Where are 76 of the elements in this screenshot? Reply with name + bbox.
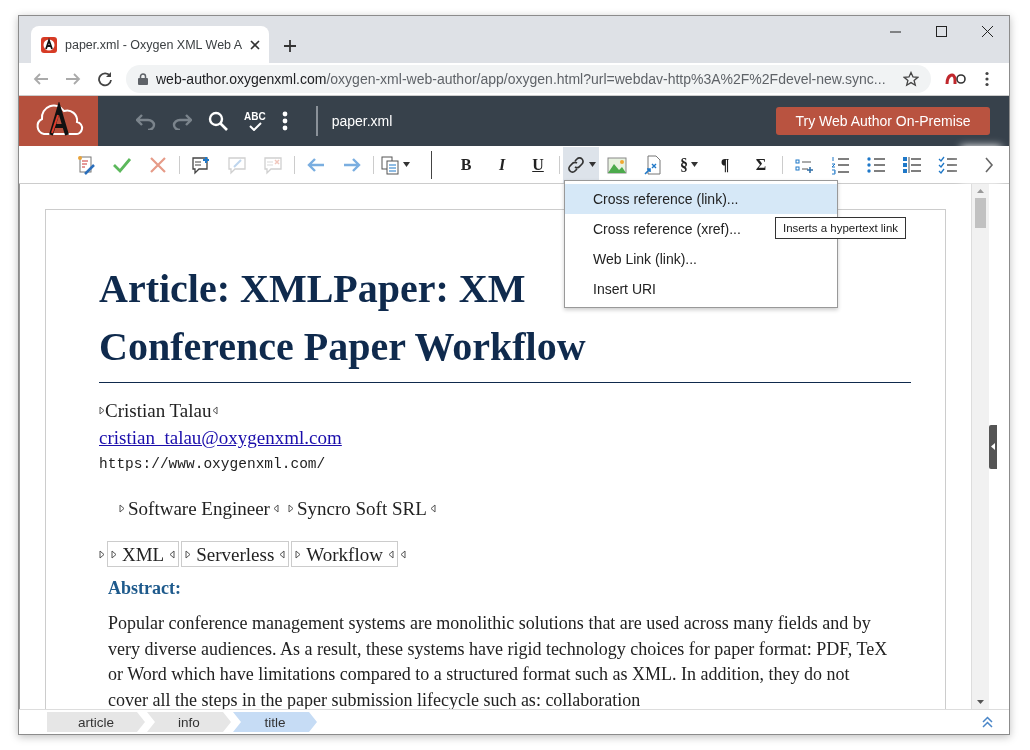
tag-start-icon [185, 549, 192, 559]
definition-list-icon [902, 154, 922, 175]
check-icon [246, 121, 263, 131]
menu-item[interactable]: Cross reference (link)... [565, 184, 837, 214]
cross-icon [148, 154, 168, 175]
keyword-cell: XML [107, 541, 180, 567]
documents-icon [380, 154, 400, 175]
track-changes-icon [76, 154, 96, 175]
spellcheck-button[interactable]: ABC [244, 111, 266, 131]
website-url: https://www.oxygenxml.com/ [99, 455, 326, 474]
checklist-icon [938, 154, 958, 175]
ordered-list-icon [830, 154, 850, 175]
tag-start-icon [99, 406, 105, 415]
tag-start-icon [295, 549, 302, 559]
document-arrow-icon [643, 154, 663, 175]
tag-end-icon [211, 406, 218, 415]
email-link[interactable]: cristian_talau@oxygenxml.com [99, 424, 342, 451]
tag-end-icon [169, 549, 176, 559]
link-icon [566, 154, 586, 175]
keyword-cell: Workflow [291, 541, 398, 567]
double-chevron-up-icon[interactable] [982, 716, 993, 728]
author-name: Cristian Talau [105, 399, 212, 423]
remove-comment-icon [263, 154, 283, 175]
try-on-premise-button[interactable]: Try Web Author On-Premise [776, 107, 990, 135]
abstract-paragraph: Popular conference management systems are monolithic solutions that are used across many fields and by very diverse audiences. As a result, these systems have rigid technology choices for paper format: PDF, TeX or Word which have limitations compared to a structured format such as XML. In addition, they do not cover all the steps in the paper submission lifecycle such as: collaboration [108, 612, 888, 709]
lock-icon [138, 73, 148, 85]
tag-start-icon [119, 504, 125, 513]
app-logo-icon [41, 36, 57, 53]
affiliation-text: Syncro Soft SRL [296, 497, 427, 521]
tag-end-icon [272, 504, 279, 513]
image-icon [607, 154, 627, 175]
tag-end-icon [279, 549, 286, 559]
tooltip: Inserts a hypertext link [775, 217, 907, 239]
search-icon[interactable] [208, 111, 228, 131]
link-button[interactable] [563, 146, 599, 183]
bold-button[interactable]: B [448, 146, 484, 183]
scrollbar[interactable] [971, 184, 989, 709]
breadcrumb-item[interactable]: info [147, 712, 231, 732]
tag-end-icon [429, 504, 436, 513]
article-title: Article: XMLPaper: XM [99, 265, 526, 313]
more-icon[interactable] [281, 111, 288, 131]
tab-title: paper.xml - Oxygen XML Web A [65, 37, 243, 52]
close-icon[interactable] [250, 39, 261, 50]
new-tab-icon[interactable] [283, 39, 297, 53]
tag-start-icon [287, 504, 294, 513]
breadcrumb-item[interactable]: title [233, 712, 317, 732]
menu-icon[interactable] [985, 71, 989, 87]
keyword-cell: Serverless [181, 541, 290, 567]
edit-comment-icon [227, 154, 247, 175]
menu-item[interactable]: Web Link (link)... [565, 244, 837, 274]
underline-button[interactable]: U [520, 146, 556, 183]
italic-button[interactable]: I [484, 146, 520, 183]
scroll-up-icon[interactable] [977, 189, 984, 193]
abstract-heading: Abstract: [108, 577, 181, 600]
side-panel-handle[interactable] [989, 424, 997, 469]
add-comment-icon [191, 154, 211, 175]
maximize-icon[interactable] [936, 26, 947, 37]
file-name: paper.xml [331, 113, 393, 129]
menu-item[interactable]: Insert URI [565, 274, 837, 304]
close-icon[interactable] [982, 26, 993, 37]
scroll-down-icon[interactable] [977, 700, 984, 704]
forward-icon[interactable] [65, 71, 81, 87]
article-title: Conference Paper Workflow [99, 323, 586, 371]
symbol-button[interactable]: Σ [743, 146, 779, 183]
breadcrumb-item[interactable]: article [47, 712, 145, 732]
address-field[interactable]: web-author.oxygenxml.com/oxygen-xml-web-author/app/oxygen.html?url=webdav-http%3A%2F%2Fdevel-new.sync... [126, 65, 931, 93]
star-icon[interactable] [903, 71, 919, 87]
scrollbar-thumb[interactable] [975, 198, 986, 228]
browser-tab[interactable]: paper.xml - Oxygen XML Web A [31, 26, 269, 63]
bulleted-list-icon [866, 154, 886, 175]
back-icon[interactable] [33, 71, 49, 87]
affiliation-text: Software Engineer [128, 497, 270, 521]
symbol-button[interactable]: ¶ [707, 146, 743, 183]
symbol-button[interactable]: § [671, 146, 707, 183]
reload-icon[interactable] [97, 71, 113, 87]
chevron-right-icon[interactable] [984, 156, 994, 173]
